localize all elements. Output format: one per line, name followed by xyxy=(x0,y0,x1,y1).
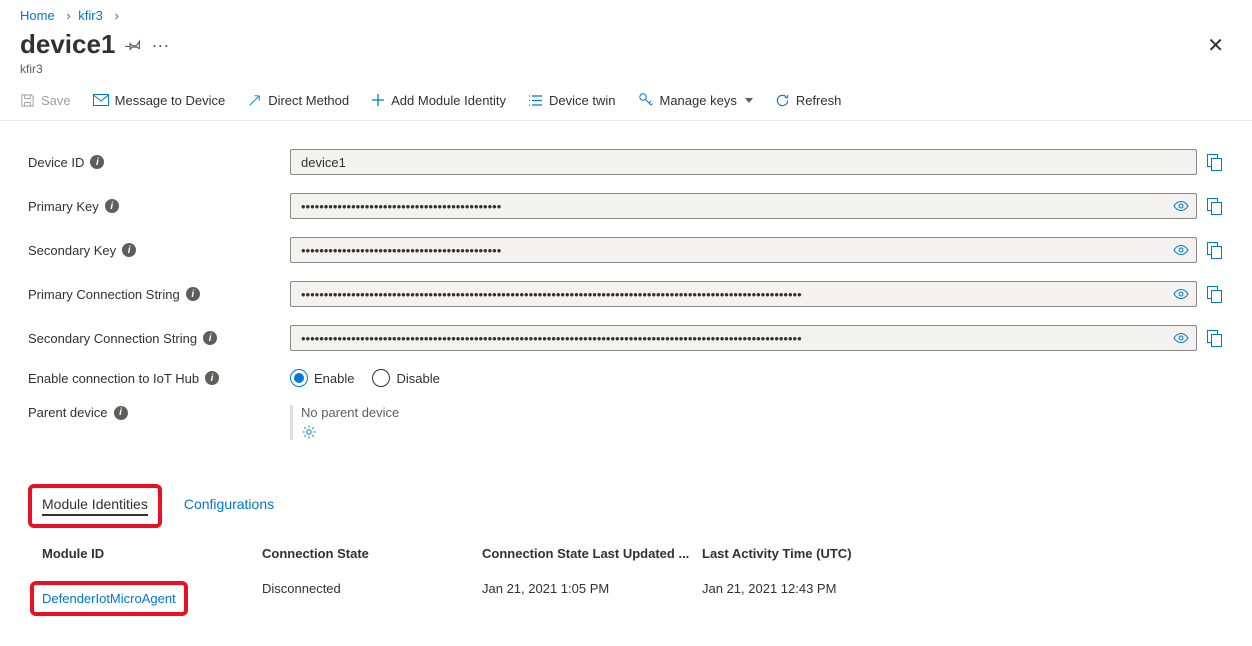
device-id-input[interactable] xyxy=(290,149,1197,175)
no-parent-text: No parent device xyxy=(301,405,399,420)
enable-radio[interactable]: Enable xyxy=(290,369,354,387)
cell-last-activity: Jan 21, 2021 12:43 PM xyxy=(702,581,1224,616)
tabs: Module Identities Configurations xyxy=(0,472,1252,524)
info-icon[interactable]: i xyxy=(122,243,136,257)
manage-keys-label: Manage keys xyxy=(660,93,737,108)
disable-radio-label: Disable xyxy=(396,371,439,386)
secondary-key-label: Secondary Key i xyxy=(28,243,290,258)
message-to-device-button[interactable]: Message to Device xyxy=(93,93,226,108)
device-id-label: Device ID i xyxy=(28,155,290,170)
cell-conn-updated: Jan 21, 2021 1:05 PM xyxy=(482,581,702,616)
direct-method-button[interactable]: Direct Method xyxy=(247,93,349,108)
save-button: Save xyxy=(20,93,71,108)
enable-radio-label: Enable xyxy=(314,371,354,386)
properties-form: Device ID i Primary Key i xyxy=(0,121,1252,472)
chevron-down-icon xyxy=(745,98,753,103)
manage-keys-button[interactable]: Manage keys xyxy=(638,92,753,108)
module-identities-table: Module ID Connection State Connection St… xyxy=(0,524,1252,626)
eye-icon[interactable] xyxy=(1173,288,1189,300)
page-header: device1 ··· kfir3 ✕ xyxy=(0,27,1252,82)
primary-key-label: Primary Key i xyxy=(28,199,290,214)
radio-selected-icon xyxy=(290,369,308,387)
refresh-button[interactable]: Refresh xyxy=(775,93,842,108)
breadcrumb: Home › kfir3 › xyxy=(0,0,1252,27)
save-label: Save xyxy=(41,93,71,108)
chevron-right-icon: › xyxy=(66,8,70,23)
refresh-label: Refresh xyxy=(796,93,842,108)
copy-icon[interactable] xyxy=(1205,196,1224,217)
cell-conn-state: Disconnected xyxy=(262,581,482,616)
eye-icon[interactable] xyxy=(1173,332,1189,344)
info-icon[interactable]: i xyxy=(205,371,219,385)
plus-icon xyxy=(371,93,385,107)
module-id-link[interactable]: DefenderIotMicroAgent xyxy=(42,591,176,606)
disable-radio[interactable]: Disable xyxy=(372,369,439,387)
col-module-id[interactable]: Module ID xyxy=(42,546,262,561)
device-twin-button[interactable]: Device twin xyxy=(528,93,615,108)
copy-icon[interactable] xyxy=(1205,240,1224,261)
tab-configurations[interactable]: Configurations xyxy=(184,484,274,518)
more-icon[interactable]: ··· xyxy=(151,36,169,54)
radio-unselected-icon xyxy=(372,369,390,387)
info-icon[interactable]: i xyxy=(114,406,128,420)
parent-device-label: Parent device i xyxy=(28,405,290,420)
page-title: device1 xyxy=(20,29,115,60)
eye-icon[interactable] xyxy=(1173,200,1189,212)
list-icon xyxy=(528,94,543,107)
mail-icon xyxy=(93,93,109,107)
info-icon[interactable]: i xyxy=(203,331,217,345)
info-icon[interactable]: i xyxy=(90,155,104,169)
highlight-box: Module Identities xyxy=(28,484,162,528)
highlight-box: DefenderIotMicroAgent xyxy=(30,581,188,616)
device-twin-label: Device twin xyxy=(549,93,615,108)
col-last-activity[interactable]: Last Activity Time (UTC) xyxy=(702,546,1224,561)
info-icon[interactable]: i xyxy=(105,199,119,213)
secondary-conn-input[interactable] xyxy=(290,325,1197,351)
save-icon xyxy=(20,93,35,108)
gear-icon[interactable] xyxy=(301,424,399,440)
tab-module-identities[interactable]: Module Identities xyxy=(42,496,148,516)
primary-conn-label: Primary Connection String i xyxy=(28,287,290,302)
breadcrumb-hub[interactable]: kfir3 xyxy=(78,8,103,23)
secondary-conn-label: Secondary Connection String i xyxy=(28,331,290,346)
pin-icon[interactable] xyxy=(125,37,141,53)
col-connection-state[interactable]: Connection State xyxy=(262,546,482,561)
copy-icon[interactable] xyxy=(1205,152,1224,173)
table-row[interactable]: DefenderIotMicroAgent Disconnected Jan 2… xyxy=(42,571,1224,626)
key-icon xyxy=(638,92,654,108)
col-conn-updated[interactable]: Connection State Last Updated ... xyxy=(482,546,702,561)
add-module-identity-button[interactable]: Add Module Identity xyxy=(371,93,506,108)
info-icon[interactable]: i xyxy=(186,287,200,301)
chevron-right-icon: › xyxy=(114,8,118,23)
direct-method-label: Direct Method xyxy=(268,93,349,108)
breadcrumb-home[interactable]: Home xyxy=(20,8,55,23)
secondary-key-input[interactable] xyxy=(290,237,1197,263)
enable-connection-label: Enable connection to IoT Hub i xyxy=(28,371,290,386)
close-button[interactable]: ✕ xyxy=(1199,29,1232,62)
primary-conn-input[interactable] xyxy=(290,281,1197,307)
eye-icon[interactable] xyxy=(1173,244,1189,256)
message-label: Message to Device xyxy=(115,93,226,108)
copy-icon[interactable] xyxy=(1205,328,1224,349)
refresh-icon xyxy=(775,93,790,108)
page-subtitle: kfir3 xyxy=(20,62,169,76)
add-module-label: Add Module Identity xyxy=(391,93,506,108)
primary-key-input[interactable] xyxy=(290,193,1197,219)
command-bar: Save Message to Device Direct Method Add… xyxy=(0,82,1252,121)
direct-method-icon xyxy=(247,93,262,108)
copy-icon[interactable] xyxy=(1205,284,1224,305)
